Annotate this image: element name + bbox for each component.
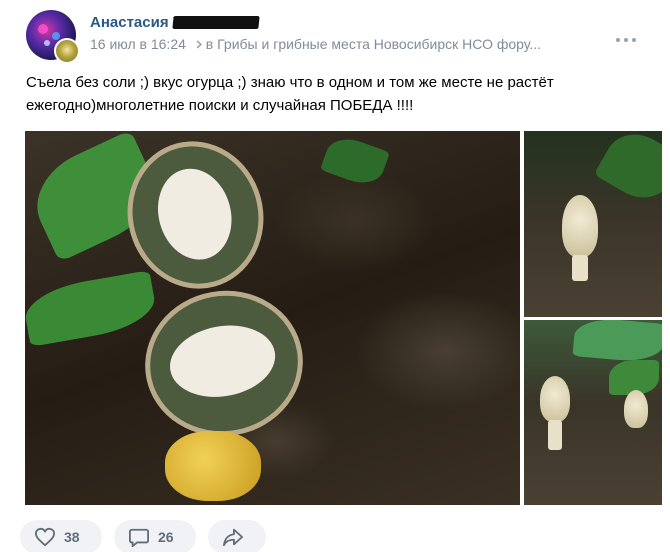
avatar-decoration: [38, 24, 48, 34]
author-name[interactable]: Анастасия У: [90, 14, 182, 31]
like-count: 38: [64, 529, 80, 545]
group-avatar-badge[interactable]: [54, 38, 80, 64]
share-arrow-icon: [223, 528, 243, 547]
mushroom-flesh: [164, 317, 281, 405]
post-text-line: ежегодно)многолетние поиски и случайная …: [26, 97, 414, 114]
leaf-shape: [572, 320, 662, 364]
like-button[interactable]: 38: [20, 520, 102, 552]
mushroom-flesh: [148, 160, 242, 268]
morel-cap: [562, 195, 598, 257]
post-photo-3[interactable]: [524, 320, 662, 505]
avatar-decoration: [52, 32, 60, 40]
morel-stem: [572, 255, 588, 281]
mushroom-half-bottom: [133, 278, 315, 449]
comment-count: 26: [158, 529, 174, 545]
comment-button[interactable]: 26: [114, 520, 196, 552]
post-photo-2[interactable]: [524, 131, 662, 317]
chevron-right-icon: [196, 40, 202, 52]
morel-cap: [540, 376, 570, 422]
morel-cap: [624, 390, 648, 428]
wall-post: Анастасия У 16 июл в 16:24 в Грибы и гри…: [0, 0, 670, 552]
post-date[interactable]: 16 июл в 16:24: [90, 36, 186, 52]
comment-icon: [129, 528, 149, 547]
leaf-shape: [593, 131, 662, 210]
post-meta: 16 июл в 16:24 в Грибы и грибные места Н…: [90, 36, 541, 52]
more-dots-icon[interactable]: [612, 30, 640, 50]
post-text: Съела без соли ;) вкус огурца ;) знаю чт…: [26, 71, 626, 117]
morel-stem: [548, 420, 562, 450]
mushroom-egg: [165, 431, 261, 501]
leaf-shape: [319, 131, 391, 191]
avatar-decoration: [44, 40, 50, 46]
heart-icon: [34, 527, 56, 547]
redaction-bar: [172, 16, 260, 29]
share-button[interactable]: [208, 520, 266, 552]
group-link[interactable]: в Грибы и грибные места Новосибирск НСО …: [206, 36, 541, 52]
leaf-shape: [25, 270, 159, 347]
post-text-line: Съела без соли ;) вкус огурца ;) знаю чт…: [26, 74, 554, 91]
post-photo-main[interactable]: [25, 131, 520, 505]
